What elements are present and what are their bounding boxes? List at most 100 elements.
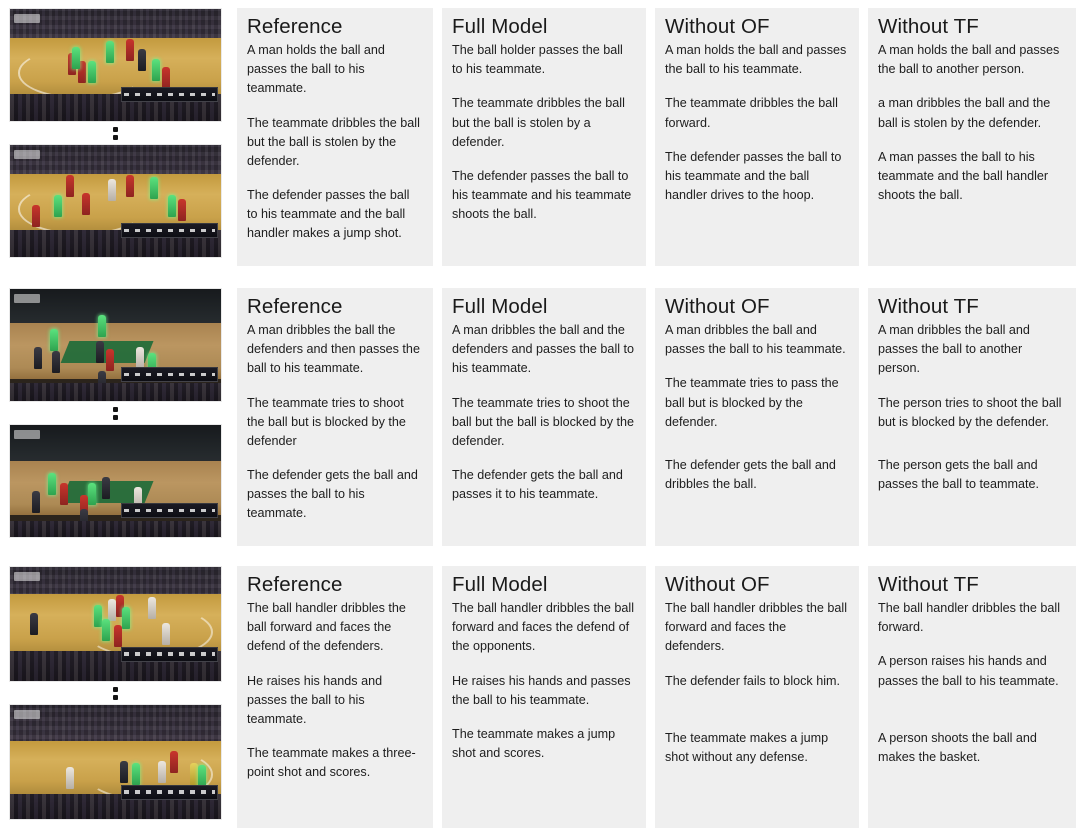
video-frame bbox=[9, 566, 222, 682]
player-marker bbox=[54, 195, 62, 217]
example-row: Reference The ball handler dribbles the … bbox=[0, 558, 1080, 833]
player-marker bbox=[138, 49, 146, 71]
caption-panel-without-of: Without OF A man holds the ball and pass… bbox=[655, 8, 859, 266]
panel-title-reference: Reference bbox=[247, 295, 343, 318]
caption-sentence: The teammate makes a jump shot and score… bbox=[452, 726, 616, 760]
caption-panel-without-tf: Without TF A man holds the ball and pass… bbox=[868, 8, 1076, 266]
player-marker bbox=[170, 751, 178, 773]
caption-panel-without-of: Without OF The ball handler dribbles the… bbox=[655, 566, 859, 828]
video-frame-column bbox=[0, 0, 232, 258]
broadcast-logo bbox=[14, 14, 40, 23]
player-marker bbox=[66, 767, 74, 789]
caption-sentence: The teammate makes a jump shot without a… bbox=[665, 730, 829, 764]
scoreboard-overlay bbox=[120, 87, 218, 102]
player-marker bbox=[136, 347, 144, 369]
player-marker bbox=[132, 763, 140, 785]
crowd-foreground bbox=[10, 383, 221, 401]
player-marker bbox=[150, 177, 158, 199]
scoreboard-overlay bbox=[120, 223, 218, 238]
example-row: Reference A man dribbles the ball the de… bbox=[0, 280, 1080, 554]
player-marker bbox=[102, 477, 110, 499]
player-marker bbox=[162, 623, 170, 645]
player-marker bbox=[122, 607, 130, 629]
player-marker bbox=[168, 195, 176, 217]
frame-separator-ellipsis bbox=[9, 682, 222, 704]
caption-sentence: A person raises his hands and passes the… bbox=[878, 654, 1059, 688]
player-marker bbox=[52, 351, 60, 373]
player-marker bbox=[96, 341, 104, 363]
example-row: Reference A man holds the ball and passe… bbox=[0, 0, 1080, 274]
player-marker bbox=[66, 175, 74, 197]
player-marker bbox=[158, 761, 166, 783]
video-frame-column bbox=[0, 280, 232, 538]
player-marker bbox=[148, 597, 156, 619]
player-marker bbox=[34, 347, 42, 369]
player-marker bbox=[126, 39, 134, 61]
caption-sentence: He raises his hands and passes the ball … bbox=[247, 673, 383, 726]
caption-panel-without-tf: Without TF The ball handler dribbles the… bbox=[868, 566, 1076, 828]
scoreboard-overlay bbox=[120, 784, 218, 800]
scoreboard-overlay bbox=[120, 367, 218, 382]
caption-sentence: A man holds the ball and passes the ball… bbox=[665, 43, 847, 77]
broadcast-logo bbox=[14, 572, 40, 581]
caption-sentence: The defender fails to block him. bbox=[665, 673, 841, 688]
video-frame bbox=[9, 424, 222, 538]
caption-sentence: The teammate dribbles the ball but the b… bbox=[452, 96, 625, 149]
caption-panel-full-model: Full Model The ball holder passes the ba… bbox=[442, 8, 646, 266]
caption-sentence: The ball handler dribbles the ball forwa… bbox=[665, 601, 848, 654]
player-marker bbox=[106, 349, 114, 371]
player-marker bbox=[152, 59, 160, 81]
video-frame bbox=[9, 8, 222, 122]
panel-title-without-of: Without OF bbox=[665, 573, 770, 596]
frame-separator-ellipsis bbox=[9, 122, 222, 144]
player-marker bbox=[126, 175, 134, 197]
panel-title-without-of: Without OF bbox=[665, 15, 770, 38]
figure-root: Reference A man holds the ball and passe… bbox=[0, 0, 1080, 833]
caption-sentence: The defender gets the ball and passes th… bbox=[247, 467, 418, 521]
panel-title-full-model: Full Model bbox=[452, 15, 548, 38]
panel-title-without-of: Without OF bbox=[665, 295, 770, 318]
crowd-foreground bbox=[10, 521, 221, 537]
player-marker bbox=[48, 473, 56, 495]
panel-title-without-tf: Without TF bbox=[878, 15, 979, 38]
caption-sentence: A man holds the ball and passes the ball… bbox=[247, 43, 385, 96]
caption-sentence: A man dribbles the ball and the defender… bbox=[452, 323, 635, 376]
caption-sentence: The teammate makes a three-point shot an… bbox=[247, 745, 416, 780]
player-marker bbox=[162, 67, 170, 89]
player-marker bbox=[30, 613, 38, 635]
panel-title-reference: Reference bbox=[247, 15, 343, 38]
caption-sentence: The ball handler dribbles the ball forwa… bbox=[452, 601, 635, 654]
player-marker bbox=[108, 599, 116, 621]
player-marker bbox=[102, 619, 110, 641]
broadcast-logo bbox=[14, 710, 40, 719]
caption-sentence: a man dribbles the ball and the ball is … bbox=[878, 96, 1051, 130]
caption-sentence: A man holds the ball and passes the ball… bbox=[878, 43, 1060, 77]
caption-sentence: He raises his hands and passes the ball … bbox=[452, 673, 631, 707]
broadcast-logo bbox=[14, 430, 40, 439]
video-frame bbox=[9, 144, 222, 258]
panel-title-without-tf: Without TF bbox=[878, 295, 979, 318]
caption-panel-full-model: Full Model The ball handler dribbles the… bbox=[442, 566, 646, 828]
caption-sentence: The teammate dribbles the ball but the b… bbox=[247, 115, 420, 168]
player-marker bbox=[88, 61, 96, 83]
caption-panel-full-model: Full Model A man dribbles the ball and t… bbox=[442, 288, 646, 546]
caption-sentence: The defender passes the ball to his team… bbox=[452, 168, 632, 222]
player-marker bbox=[94, 605, 102, 627]
video-frame-column bbox=[0, 558, 232, 820]
caption-sentence: The person tries to shoot the ball but i… bbox=[878, 395, 1062, 429]
caption-panel-reference: Reference The ball handler dribbles the … bbox=[237, 566, 433, 828]
player-marker bbox=[98, 315, 106, 337]
caption-sentence: A man dribbles the ball and passes the b… bbox=[878, 323, 1030, 376]
panel-title-full-model: Full Model bbox=[452, 573, 548, 596]
scoreboard-overlay bbox=[120, 503, 218, 518]
caption-sentence: The defender passes the ball to his team… bbox=[665, 149, 842, 202]
player-marker bbox=[190, 763, 198, 785]
player-marker bbox=[32, 491, 40, 513]
caption-sentence: The teammate tries to shoot the ball but… bbox=[247, 395, 406, 448]
player-marker bbox=[88, 483, 96, 505]
caption-sentence: The ball handler dribbles the ball forwa… bbox=[878, 601, 1061, 635]
player-marker bbox=[178, 199, 186, 221]
panel-title-without-tf: Without TF bbox=[878, 573, 979, 596]
caption-panel-without-of: Without OF A man dribbles the ball and p… bbox=[655, 288, 859, 546]
scoreboard-overlay bbox=[120, 646, 218, 662]
